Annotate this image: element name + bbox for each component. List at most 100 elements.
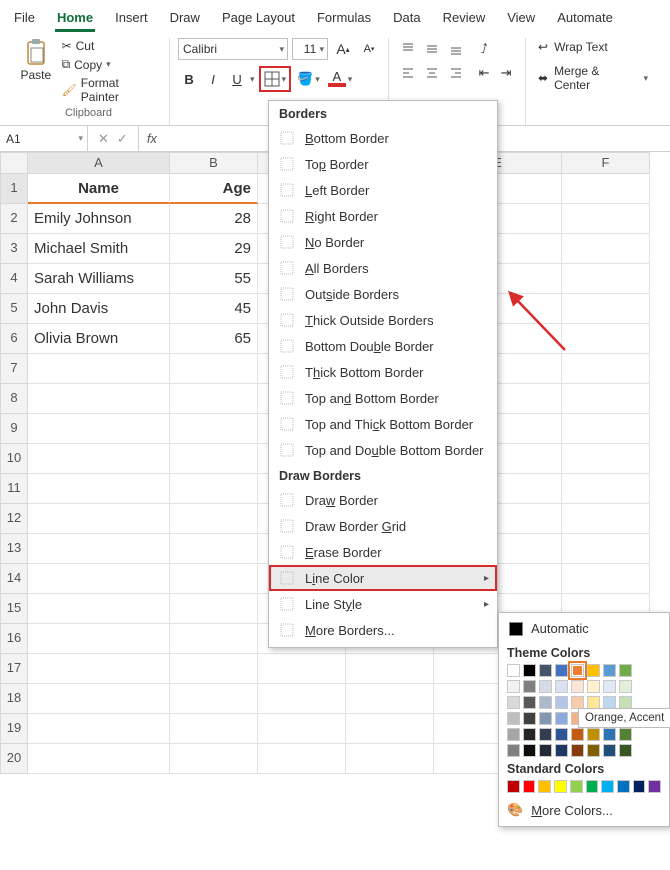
menu-item-thick-bottom[interactable]: Thick Bottom Border	[269, 359, 497, 385]
color-swatch[interactable]	[603, 728, 616, 741]
cell[interactable]	[170, 594, 258, 624]
cell[interactable]	[170, 744, 258, 774]
tab-review[interactable]: Review	[441, 6, 488, 32]
cell[interactable]: Age	[170, 174, 258, 204]
underline-button[interactable]: U	[226, 68, 248, 90]
color-swatch[interactable]	[555, 744, 568, 757]
color-swatch[interactable]	[587, 680, 600, 693]
color-swatch[interactable]	[617, 780, 630, 793]
paste-button[interactable]: Paste	[16, 38, 56, 82]
row-header[interactable]: 19	[0, 714, 28, 744]
menu-item-line-style[interactable]: Line Style▸	[269, 591, 497, 617]
italic-button[interactable]: I	[202, 68, 224, 90]
cell[interactable]	[28, 384, 170, 414]
cell[interactable]: Sarah Williams	[28, 264, 170, 294]
tab-file[interactable]: File	[12, 6, 37, 32]
tab-automate[interactable]: Automate	[555, 6, 615, 32]
color-swatch[interactable]	[570, 780, 583, 793]
tab-data[interactable]: Data	[391, 6, 422, 32]
cell[interactable]	[170, 504, 258, 534]
color-swatch[interactable]	[507, 712, 520, 725]
color-swatch[interactable]	[555, 664, 568, 677]
cell[interactable]	[170, 474, 258, 504]
color-swatch[interactable]	[507, 696, 520, 709]
row-header[interactable]: 4	[0, 264, 28, 294]
cell[interactable]	[258, 654, 346, 684]
copy-button[interactable]: ⧉ Copy ▾	[60, 56, 161, 73]
color-swatch[interactable]	[555, 712, 568, 725]
row-header[interactable]: 3	[0, 234, 28, 264]
cancel-icon[interactable]: ✕	[98, 131, 109, 147]
menu-item-all[interactable]: All Borders	[269, 255, 497, 281]
align-top-button[interactable]	[397, 38, 419, 60]
row-header[interactable]: 18	[0, 684, 28, 714]
font-name-combo[interactable]: Calibri	[178, 38, 288, 60]
align-left-button[interactable]	[397, 62, 419, 84]
color-swatch[interactable]	[601, 780, 614, 793]
menu-item-left[interactable]: Left Border	[269, 177, 497, 203]
chevron-down-icon[interactable]: ▾	[248, 74, 257, 85]
row-header[interactable]: 1	[0, 174, 28, 204]
cell[interactable]	[562, 444, 650, 474]
cell[interactable]: Olivia Brown	[28, 324, 170, 354]
row-header[interactable]: 16	[0, 624, 28, 654]
cell[interactable]: 55	[170, 264, 258, 294]
row-header[interactable]: 2	[0, 204, 28, 234]
row-header[interactable]: 13	[0, 534, 28, 564]
menu-item-right[interactable]: Right Border	[269, 203, 497, 229]
tab-formulas[interactable]: Formulas	[315, 6, 373, 32]
menu-item-draw-grid[interactable]: Draw Border Grid	[269, 513, 497, 539]
color-swatch[interactable]	[539, 744, 552, 757]
tab-insert[interactable]: Insert	[113, 6, 150, 32]
row-header[interactable]: 9	[0, 414, 28, 444]
decrease-font-button[interactable]: A▾	[358, 38, 380, 60]
color-swatch[interactable]	[633, 780, 646, 793]
decrease-indent-button[interactable]: ⇤	[473, 62, 495, 84]
color-swatch[interactable]	[523, 664, 536, 677]
cell[interactable]	[346, 714, 434, 744]
cell[interactable]	[170, 384, 258, 414]
tab-draw[interactable]: Draw	[168, 6, 202, 32]
cell[interactable]: 45	[170, 294, 258, 324]
align-middle-button[interactable]	[421, 38, 443, 60]
color-swatch[interactable]	[555, 680, 568, 693]
menu-item-bottom[interactable]: Bottom Border	[269, 125, 497, 151]
color-swatch[interactable]	[587, 664, 600, 677]
color-swatch[interactable]	[555, 728, 568, 741]
cell[interactable]: 28	[170, 204, 258, 234]
cell[interactable]	[562, 174, 650, 204]
cell[interactable]: 65	[170, 324, 258, 354]
color-swatch[interactable]	[523, 780, 536, 793]
menu-item-thick-outside[interactable]: Thick Outside Borders	[269, 307, 497, 333]
cell[interactable]	[28, 684, 170, 714]
cell[interactable]	[28, 714, 170, 744]
cell[interactable]	[562, 534, 650, 564]
row-header[interactable]: 8	[0, 384, 28, 414]
cell[interactable]	[170, 654, 258, 684]
color-swatch[interactable]	[507, 780, 520, 793]
tab-home[interactable]: Home	[55, 6, 95, 32]
cell[interactable]	[170, 624, 258, 654]
cell[interactable]	[28, 594, 170, 624]
align-right-button[interactable]	[445, 62, 467, 84]
tab-page-layout[interactable]: Page Layout	[220, 6, 297, 32]
color-swatch[interactable]	[571, 680, 584, 693]
row-header[interactable]: 20	[0, 744, 28, 774]
cell[interactable]: Name	[28, 174, 170, 204]
cell[interactable]	[28, 414, 170, 444]
cell[interactable]	[28, 744, 170, 774]
cell[interactable]	[562, 384, 650, 414]
borders-button[interactable]	[262, 69, 282, 89]
color-swatch[interactable]	[539, 680, 552, 693]
color-swatch[interactable]	[507, 744, 520, 757]
row-header[interactable]: 15	[0, 594, 28, 624]
color-swatch[interactable]	[539, 664, 552, 677]
increase-font-button[interactable]: A▴	[332, 38, 354, 60]
cell[interactable]	[562, 354, 650, 384]
chevron-down-icon[interactable]: ▾	[313, 74, 322, 85]
cell[interactable]	[258, 744, 346, 774]
cell[interactable]	[170, 414, 258, 444]
cell[interactable]: 29	[170, 234, 258, 264]
color-swatch[interactable]	[507, 664, 520, 677]
more-colors[interactable]: 🎨More Colors...	[507, 796, 661, 818]
